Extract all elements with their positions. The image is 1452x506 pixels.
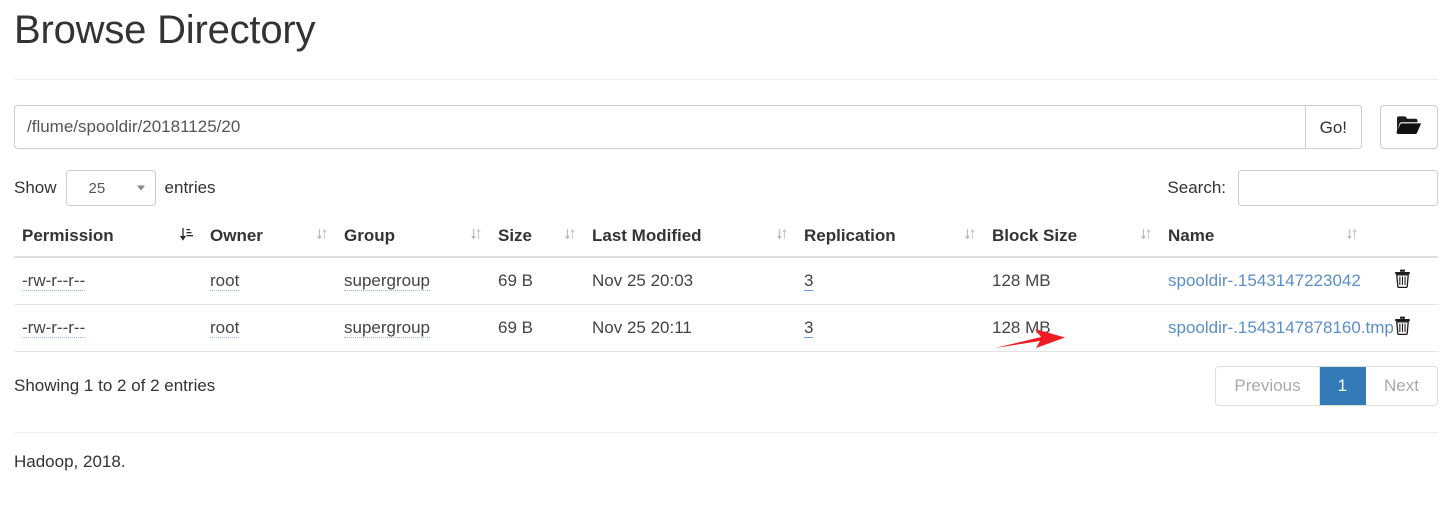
cell-last-modified: Nov 25 20:03 xyxy=(584,257,796,305)
column-label-permission: Permission xyxy=(22,226,114,245)
table-row: -rw-r--r-- root supergroup 69 B Nov 25 2… xyxy=(14,304,1438,352)
search-input[interactable] xyxy=(1238,170,1438,206)
column-label-group: Group xyxy=(344,226,395,245)
column-header-group[interactable]: Group xyxy=(336,220,490,258)
column-header-owner[interactable]: Owner xyxy=(202,220,336,258)
sort-icon xyxy=(776,226,788,246)
cell-replication: 3 xyxy=(796,257,984,305)
page-length-value: 25 xyxy=(88,179,106,197)
file-name-link[interactable]: spooldir-.1543147878160.tmp xyxy=(1168,318,1394,337)
cell-block-size: 128 MB xyxy=(984,304,1160,352)
column-label-size: Size xyxy=(498,226,533,245)
cell-last-modified: Nov 25 20:11 xyxy=(584,304,796,352)
go-button[interactable]: Go! xyxy=(1304,105,1362,149)
owner-value[interactable]: root xyxy=(210,271,240,291)
cell-name: spooldir-.1543147223042 xyxy=(1160,257,1366,305)
path-input[interactable] xyxy=(14,105,1305,149)
table-footer: Showing 1 to 2 of 2 entries Previous 1 N… xyxy=(14,366,1438,406)
replication-value[interactable]: 3 xyxy=(804,318,814,338)
column-label-replication: Replication xyxy=(804,226,896,245)
title-divider xyxy=(14,79,1438,80)
table-controls: Show 25 entries Search: xyxy=(14,170,1438,206)
page-length-select[interactable]: 25 xyxy=(65,170,156,206)
directory-listing-table: Permission Owner Group Size Last Modifie… xyxy=(14,220,1438,352)
footer-text: Hadoop, 2018. xyxy=(14,452,126,471)
permission-value[interactable]: -rw-r--r-- xyxy=(22,318,86,338)
page-length-control: Show 25 entries xyxy=(14,170,216,206)
path-input-group: Go! xyxy=(14,105,1362,149)
cell-owner: root xyxy=(202,304,336,352)
table-head: Permission Owner Group Size Last Modifie… xyxy=(14,220,1438,258)
sort-icon xyxy=(1346,226,1358,246)
column-header-replication[interactable]: Replication xyxy=(796,220,984,258)
sort-amount-asc-icon xyxy=(179,226,194,246)
sort-icon xyxy=(1140,226,1152,246)
group-value[interactable]: supergroup xyxy=(344,271,431,291)
pagination-page-1[interactable]: 1 xyxy=(1319,367,1367,405)
search-control: Search: xyxy=(1167,170,1438,206)
column-header-block-size[interactable]: Block Size xyxy=(984,220,1160,258)
browse-directory-page: Browse Directory Go! Show 25 entries xyxy=(0,0,1452,506)
pagination: Previous 1 Next xyxy=(1215,366,1438,406)
cell-size: 69 B xyxy=(490,304,584,352)
column-label-block-size: Block Size xyxy=(992,226,1078,245)
column-header-actions xyxy=(1366,220,1438,258)
cell-group: supergroup xyxy=(336,257,490,305)
path-bar: Go! xyxy=(14,105,1438,149)
group-value[interactable]: supergroup xyxy=(344,318,431,338)
cell-permission: -rw-r--r-- xyxy=(14,257,202,305)
sort-icon xyxy=(964,226,976,246)
cell-name: spooldir-.1543147878160.tmp xyxy=(1160,304,1394,352)
table-row: -rw-r--r-- root supergroup 69 B Nov 25 2… xyxy=(14,257,1438,305)
cell-actions xyxy=(1366,257,1438,305)
chevron-down-icon xyxy=(136,185,145,191)
replication-value[interactable]: 3 xyxy=(804,271,814,291)
pagination-next[interactable]: Next xyxy=(1366,367,1437,405)
search-label: Search: xyxy=(1167,178,1226,197)
column-label-last-modified: Last Modified xyxy=(592,226,702,245)
browse-folder-button[interactable] xyxy=(1380,105,1438,149)
cell-size: 69 B xyxy=(490,257,584,305)
column-header-permission[interactable]: Permission xyxy=(14,220,202,258)
cell-owner: root xyxy=(202,257,336,305)
pagination-previous[interactable]: Previous xyxy=(1216,367,1320,405)
column-label-name: Name xyxy=(1168,226,1215,245)
cell-block-size: 128 MB xyxy=(984,257,1160,305)
folder-open-icon xyxy=(1396,115,1422,140)
trash-icon[interactable] xyxy=(1394,316,1411,336)
table-header-row: Permission Owner Group Size Last Modifie… xyxy=(14,220,1438,258)
permission-value[interactable]: -rw-r--r-- xyxy=(22,271,86,291)
sort-icon xyxy=(470,226,482,246)
cell-permission: -rw-r--r-- xyxy=(14,304,202,352)
file-name-link[interactable]: spooldir-.1543147223042 xyxy=(1168,271,1361,290)
owner-value[interactable]: root xyxy=(210,318,240,338)
trash-icon[interactable] xyxy=(1394,269,1411,289)
column-header-name[interactable]: Name xyxy=(1160,220,1366,258)
cell-group: supergroup xyxy=(336,304,490,352)
cell-replication: 3 xyxy=(796,304,984,352)
page-title: Browse Directory xyxy=(14,8,316,52)
column-label-owner: Owner xyxy=(210,226,263,245)
sort-icon xyxy=(564,226,576,246)
entries-info: Showing 1 to 2 of 2 entries xyxy=(14,376,216,395)
table-body: -rw-r--r-- root supergroup 69 B Nov 25 2… xyxy=(14,257,1438,352)
column-header-last-modified[interactable]: Last Modified xyxy=(584,220,796,258)
entries-label: entries xyxy=(164,178,216,197)
show-label: Show xyxy=(14,178,57,197)
column-header-size[interactable]: Size xyxy=(490,220,584,258)
sort-icon xyxy=(316,226,328,246)
